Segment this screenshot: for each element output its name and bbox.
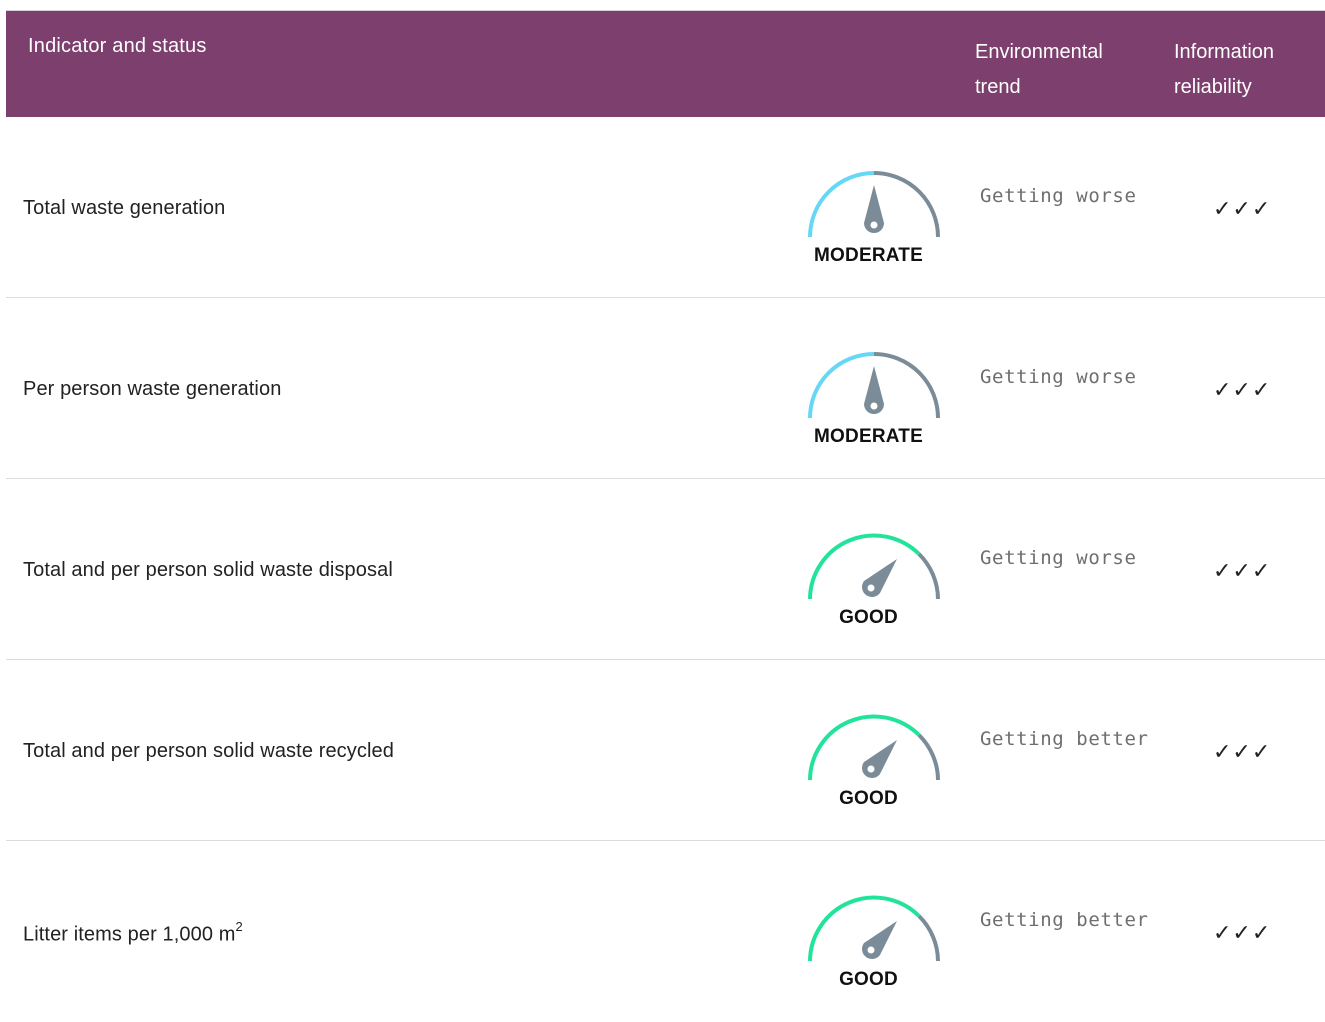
table-row: Per person waste generation MODERATE Get… (6, 298, 1325, 479)
status-label: MODERATE (814, 426, 923, 447)
status-label: MODERATE (814, 245, 923, 266)
reliability-checkmarks: ✓✓✓ (1213, 920, 1272, 945)
trend-text: Getting worse (980, 547, 1137, 569)
status-label: GOOD (839, 788, 898, 809)
moderate-gauge-icon: MODERATE (796, 334, 941, 447)
table-row: Total and per person solid waste recycle… (6, 660, 1325, 841)
table-header: Indicator and status Environmental trend… (6, 10, 1325, 117)
indicator-name: Total and per person solid waste recycle… (23, 740, 394, 762)
header-environmental-trend: Environmental trend (975, 41, 1103, 98)
trend-text: Getting better (980, 728, 1149, 750)
good-gauge-icon: GOOD (796, 515, 941, 628)
good-gauge-icon: GOOD (796, 877, 941, 990)
reliability-checkmarks: ✓✓✓ (1213, 558, 1272, 583)
reliability-checkmarks: ✓✓✓ (1213, 196, 1272, 221)
table-row: Total waste generation MODERATE Getting … (6, 117, 1325, 298)
trend-text: Getting worse (980, 185, 1137, 207)
table-row: Total and per person solid waste disposa… (6, 479, 1325, 660)
indicator-name: Total waste generation (23, 197, 226, 219)
header-information-reliability: Information reliability (1174, 41, 1275, 98)
status-label: GOOD (839, 607, 898, 628)
indicator-table: Indicator and status Environmental trend… (6, 10, 1325, 1022)
good-gauge-icon: GOOD (796, 696, 941, 809)
table-row: Litter items per 1,000 m2 GOOD Getting b… (6, 841, 1325, 1022)
moderate-gauge-icon: MODERATE (796, 153, 941, 266)
header-indicator-and-status: Indicator and status (28, 35, 207, 57)
indicator-name: Per person waste generation (23, 378, 282, 400)
trend-text: Getting better (980, 909, 1149, 931)
indicator-name: Total and per person solid waste disposa… (23, 559, 393, 581)
reliability-checkmarks: ✓✓✓ (1213, 377, 1272, 402)
superscript: 2 (235, 919, 243, 934)
trend-text: Getting worse (980, 366, 1137, 388)
indicator-name: Litter items per 1,000 m2 (23, 919, 243, 947)
reliability-checkmarks: ✓✓✓ (1213, 739, 1272, 764)
indicator-name-text: Litter items per 1,000 m (23, 923, 236, 946)
